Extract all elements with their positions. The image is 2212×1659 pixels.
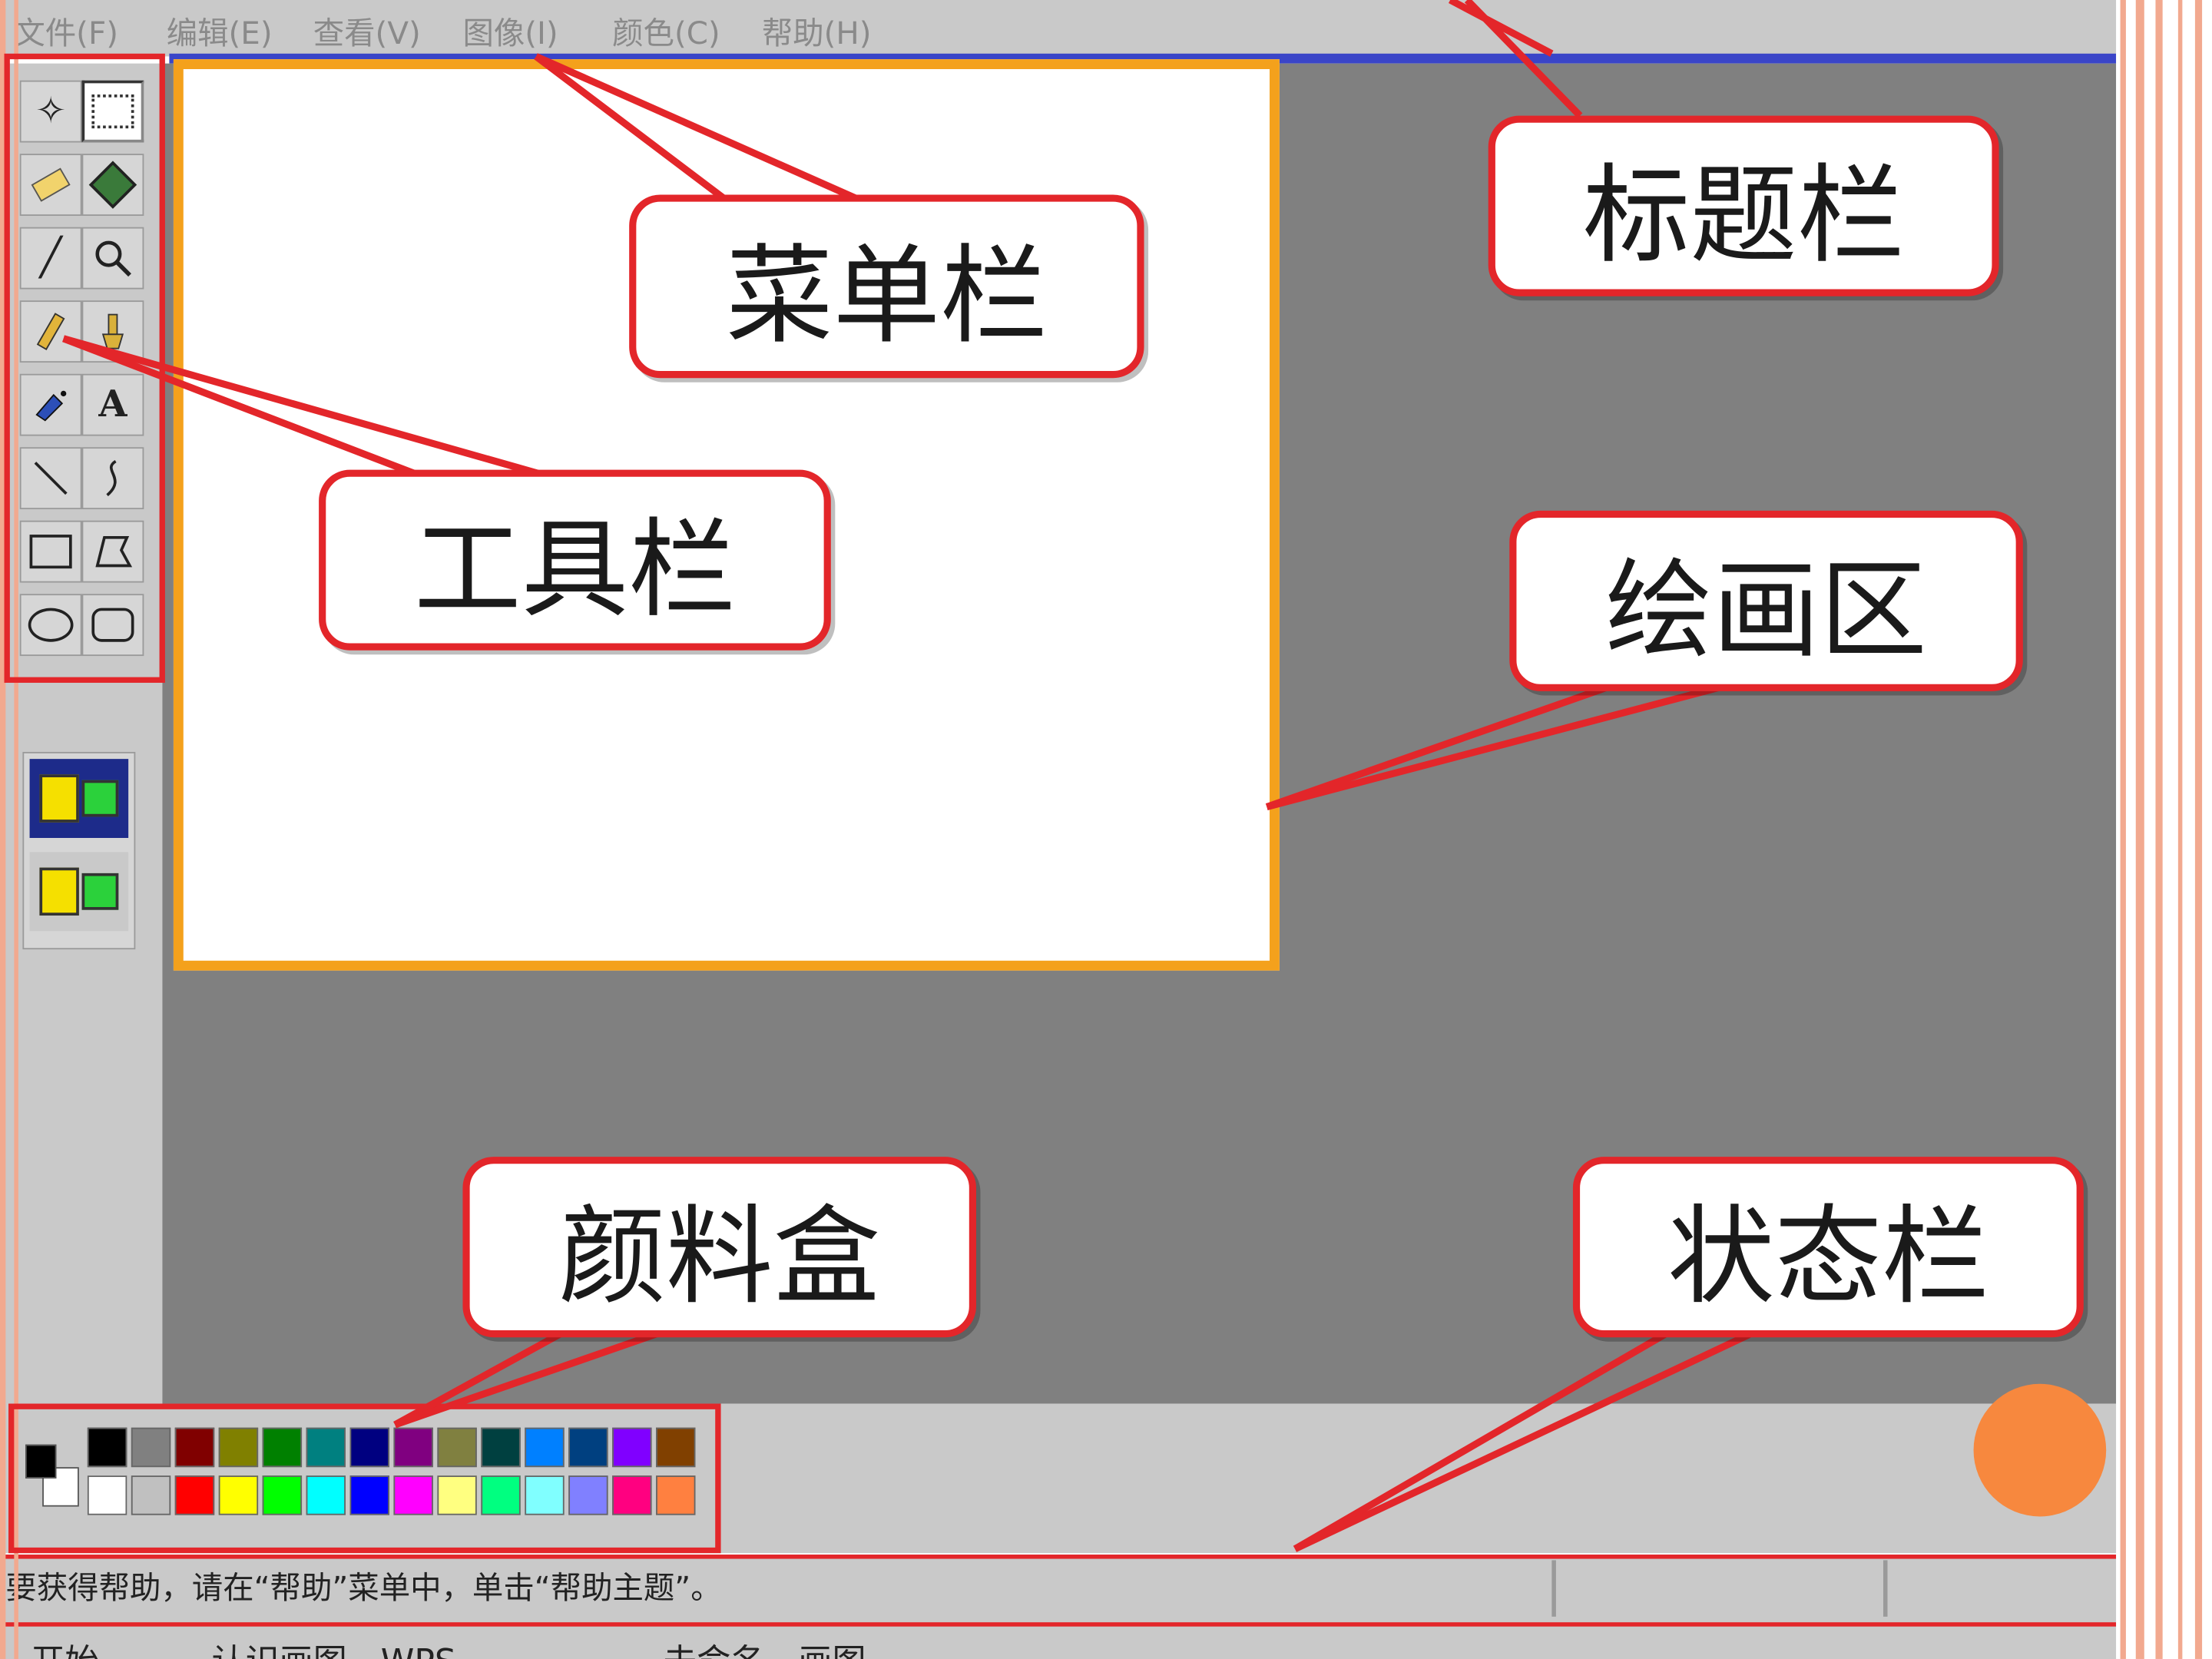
callout-palette: 颜料盒 <box>462 1157 976 1338</box>
callout-status-bar: 状态栏 <box>1572 1157 2084 1338</box>
frame-line <box>2177 0 2183 1659</box>
callout-tool-bar: 工具栏 <box>319 469 831 651</box>
frame-line <box>2135 0 2144 1659</box>
callout-menu-bar: 菜单栏 <box>629 194 1144 379</box>
slide: 文件(F) 编辑(E) 查看(V) 图像(I) 颜色(C) 帮助(H) ✧ ╱ … <box>0 0 2212 1659</box>
decorative-dot <box>1973 1383 2107 1517</box>
frame-line <box>2194 0 2203 1659</box>
slide-frame <box>2116 0 2212 1659</box>
frame-line <box>2120 0 2126 1659</box>
frame-line <box>2155 0 2163 1659</box>
callout-title-bar: 标题栏 <box>1488 115 1999 296</box>
callout-drawing-area: 绘画区 <box>1509 510 2023 691</box>
